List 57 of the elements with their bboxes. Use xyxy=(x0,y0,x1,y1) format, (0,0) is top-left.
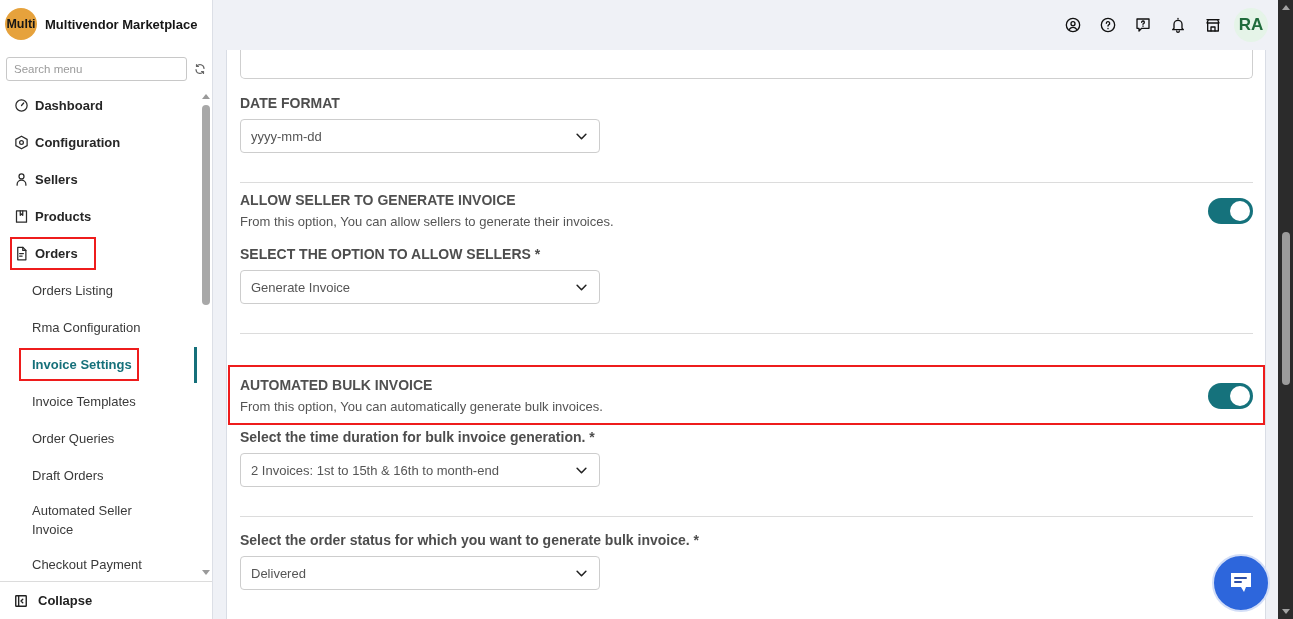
scroll-down-icon[interactable] xyxy=(202,570,210,575)
sidebar-collapse-icon xyxy=(14,593,28,608)
scrollbar-thumb[interactable] xyxy=(1281,232,1290,385)
sidebar-subitem[interactable]: Invoice Templates xyxy=(19,385,143,418)
scroll-down-icon[interactable] xyxy=(1281,609,1290,614)
sidebar-subitem[interactable]: Orders Listing xyxy=(19,274,120,307)
user-icon xyxy=(14,172,29,187)
dropdown-select[interactable]: yyyy-mm-dd xyxy=(240,119,600,153)
setting-title: ALLOW SELLER TO GENERATE INVOICE xyxy=(240,192,517,209)
store-logo: Multi xyxy=(5,8,37,40)
setting-title: AUTOMATED BULK INVOICE xyxy=(240,377,434,394)
collapse-button[interactable]: Collapse xyxy=(0,589,97,612)
sidebar-subitem[interactable]: Checkout Payment xyxy=(19,548,149,581)
chat-question-icon[interactable] xyxy=(1135,17,1151,33)
sidebar-subitem[interactable]: Order Queries xyxy=(19,422,122,455)
scroll-up-icon[interactable] xyxy=(202,94,210,99)
field-label: DATE FORMAT xyxy=(240,95,341,112)
sidebar-item[interactable]: Dashboard xyxy=(10,89,121,122)
dropdown-select[interactable]: Generate Invoice xyxy=(240,270,600,304)
sidebar-item[interactable]: Products xyxy=(10,200,110,233)
account-icon[interactable] xyxy=(1065,17,1081,33)
bell-icon[interactable] xyxy=(1170,17,1186,33)
chevron-down-icon xyxy=(576,569,587,577)
setting-description: From this option, You can automatically generate bulk invoices. xyxy=(240,399,604,415)
store-name: Multivendor Marketplace xyxy=(45,16,198,32)
chat-icon xyxy=(1229,572,1253,594)
sidebar-subitem[interactable]: Rma Configuration xyxy=(19,311,148,344)
toggle-switch[interactable] xyxy=(1208,383,1253,409)
chevron-down-icon xyxy=(576,283,587,291)
field-label: SELECT THE OPTION TO ALLOW SELLERS * xyxy=(240,246,542,263)
field-label: Select the time duration for bulk invoice generation. * xyxy=(240,429,596,446)
dropdown-select[interactable]: Delivered xyxy=(240,556,600,590)
toggle-switch[interactable] xyxy=(1208,198,1253,224)
store-icon[interactable] xyxy=(1205,17,1221,33)
user-avatar[interactable]: RA xyxy=(1234,8,1268,42)
document-icon xyxy=(14,246,29,261)
scrollbar-thumb[interactable] xyxy=(202,105,210,305)
text-area-field[interactable] xyxy=(240,50,1253,79)
active-indicator xyxy=(194,346,197,383)
help-icon[interactable] xyxy=(1100,17,1116,33)
sidebar-item[interactable]: Configuration xyxy=(10,126,139,159)
chevron-down-icon xyxy=(576,132,587,140)
refresh-icon[interactable] xyxy=(194,63,206,75)
sidebar-subitem[interactable]: Automated Seller Invoice xyxy=(19,494,157,546)
chevron-down-icon xyxy=(576,466,587,474)
sidebar-subitem[interactable]: Draft Orders xyxy=(19,459,111,492)
field-label: Select the order status for which you want to generate bulk invoice. * xyxy=(240,532,700,549)
search-field[interactable]: Search menu xyxy=(6,57,187,81)
sidebar-subitem[interactable]: Invoice Settings xyxy=(19,348,139,381)
gauge-icon xyxy=(14,98,29,113)
sidebar-item[interactable]: Sellers xyxy=(10,163,96,196)
product-icon xyxy=(14,209,29,224)
sidebar-item[interactable]: Orders xyxy=(10,237,96,270)
setting-description: From this option, You can allow sellers to generate their invoices. xyxy=(240,214,615,230)
dropdown-select[interactable]: 2 Invoices: 1st to 15th & 16th to month-end xyxy=(240,453,600,487)
settings-icon xyxy=(14,135,29,150)
scroll-up-icon[interactable] xyxy=(1281,5,1290,10)
